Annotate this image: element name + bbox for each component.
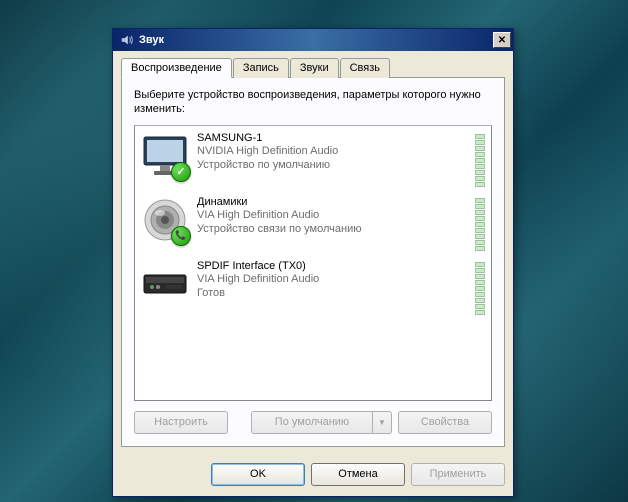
close-button[interactable]: ✕ — [493, 32, 511, 48]
properties-button[interactable]: Свойства — [398, 411, 492, 434]
device-name: SPDIF Interface (TX0) — [197, 260, 469, 274]
device-row[interactable]: 📞 Динамики VIA High Definition Audio Уст… — [137, 193, 489, 257]
ok-button[interactable]: OK — [211, 463, 305, 486]
tab-content: Выберите устройство воспроизведения, пар… — [121, 77, 505, 447]
configure-button[interactable]: Настроить — [134, 411, 228, 434]
window-title: Звук — [139, 34, 493, 46]
sound-icon — [119, 32, 135, 48]
monitor-icon: ✓ — [141, 132, 189, 180]
device-status: Устройство по умолчанию — [197, 159, 469, 173]
tab-playback[interactable]: Воспроизведение — [121, 58, 232, 78]
device-name: SAMSUNG-1 — [197, 132, 469, 146]
cancel-button[interactable]: Отмена — [311, 463, 405, 486]
device-info: Динамики VIA High Definition Audio Устро… — [197, 196, 469, 237]
set-default-split-button[interactable]: По умолчанию ▼ — [251, 411, 392, 434]
dialog-button-row: OK Отмена Применить — [113, 455, 513, 496]
level-meter — [475, 134, 485, 187]
device-driver: VIA High Definition Audio — [197, 209, 469, 223]
tab-recording[interactable]: Запись — [233, 58, 289, 78]
spdif-icon — [141, 260, 189, 308]
sound-dialog: Звук ✕ Воспроизведение Запись Звуки Связ… — [112, 28, 514, 497]
set-default-button[interactable]: По умолчанию — [251, 411, 373, 434]
device-info: SAMSUNG-1 NVIDIA High Definition Audio У… — [197, 132, 469, 173]
level-meter — [475, 198, 485, 251]
dialog-body: Воспроизведение Запись Звуки Связь Выбер… — [113, 51, 513, 455]
device-driver: VIA High Definition Audio — [197, 273, 469, 287]
device-status: Устройство связи по умолчанию — [197, 223, 469, 237]
device-row[interactable]: SPDIF Interface (TX0) VIA High Definitio… — [137, 257, 489, 321]
device-row[interactable]: ✓ SAMSUNG-1 NVIDIA High Definition Audio… — [137, 129, 489, 193]
default-badge-icon: ✓ — [171, 162, 191, 182]
chevron-down-icon[interactable]: ▼ — [373, 411, 392, 434]
tab-comms[interactable]: Связь — [340, 58, 390, 78]
device-name: Динамики — [197, 196, 469, 210]
device-list[interactable]: ✓ SAMSUNG-1 NVIDIA High Definition Audio… — [134, 125, 492, 401]
instruction-text: Выберите устройство воспроизведения, пар… — [134, 88, 492, 117]
tab-sounds[interactable]: Звуки — [290, 58, 339, 78]
device-status: Готов — [197, 287, 469, 301]
device-info: SPDIF Interface (TX0) VIA High Definitio… — [197, 260, 469, 301]
tab-strip: Воспроизведение Запись Звуки Связь — [121, 57, 505, 77]
apply-button[interactable]: Применить — [411, 463, 505, 486]
level-meter — [475, 262, 485, 315]
comm-default-badge-icon: 📞 — [171, 226, 191, 246]
content-button-row: Настроить По умолчанию ▼ Свойства — [134, 411, 492, 434]
title-bar[interactable]: Звук ✕ — [113, 29, 513, 51]
speaker-icon: 📞 — [141, 196, 189, 244]
device-driver: NVIDIA High Definition Audio — [197, 145, 469, 159]
